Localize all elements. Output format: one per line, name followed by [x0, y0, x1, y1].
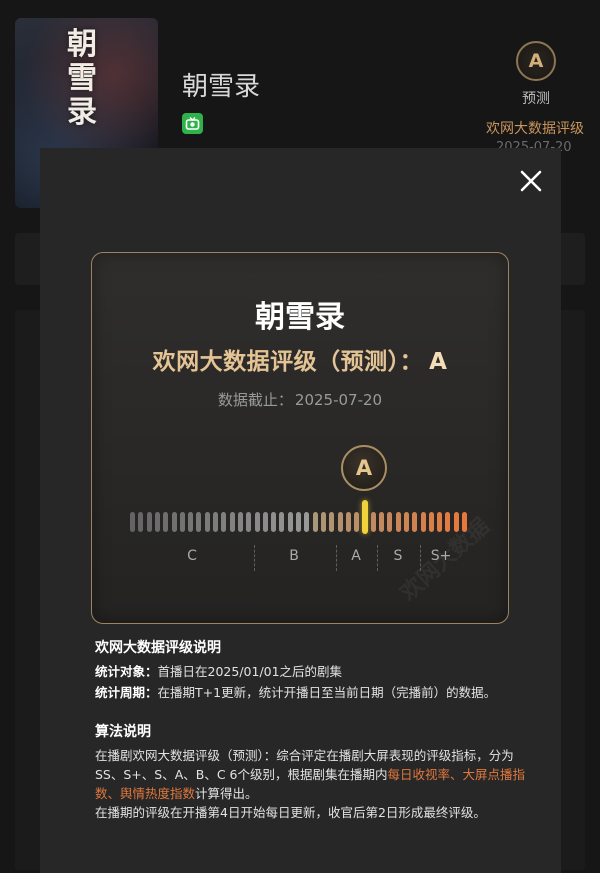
update-note: 在播期的评级在开播第4日开始每日更新，收官后第2日形成最终评级。: [95, 805, 486, 820]
scale-tick: [188, 512, 194, 532]
scale-tick: [254, 512, 260, 532]
scale-tick: [453, 512, 459, 532]
scale-tick: [221, 512, 227, 532]
scale-label-b: B: [289, 548, 299, 564]
scale-tick: [412, 512, 418, 532]
grade-badge: A: [516, 41, 556, 81]
statistics-period: 统计周期：在播期T+1更新，统计开播日至当前日期（完播前）的数据。: [95, 685, 497, 700]
scale-tick: [179, 512, 185, 532]
scale-tick: [312, 512, 318, 532]
scale-tick: [462, 512, 467, 532]
scale-tick: [387, 512, 393, 532]
scale-label-c: C: [187, 548, 197, 564]
video-app-icon[interactable]: [182, 113, 203, 134]
rating-prefix: 欢网大数据评级（预测）：: [152, 349, 424, 375]
scale-tick: [262, 512, 268, 532]
grade-scale-labels: C B A S S+: [130, 545, 470, 571]
scale-tick: [204, 512, 210, 532]
algorithm-explanation: 算法说明 在播剧欢网大数据评级（预测）：综合评定在播剧大屏表现的评级指标，分为S…: [95, 723, 525, 822]
drama-title: 朝雪录: [182, 72, 261, 102]
scale-tick: [428, 512, 434, 532]
card-title: 朝雪录: [255, 300, 345, 335]
scale-tick: [287, 512, 293, 532]
scale-divider: [377, 545, 378, 571]
scale-tick: [271, 512, 277, 532]
scale-tick: [354, 512, 360, 532]
scale-tick: [337, 512, 343, 532]
scale-tick: [154, 512, 160, 532]
scale-tick: [437, 512, 443, 532]
scale-divider: [254, 545, 255, 571]
scale-tick: [246, 512, 252, 532]
scale-tick: [403, 512, 409, 532]
date-label: 数据截止：: [217, 391, 293, 409]
scale-tick: [213, 512, 218, 532]
scale-tick: [163, 512, 169, 532]
rating-explanation: 欢网大数据评级说明 统计对象：首播日在2025/01/01之后的剧集 统计周期：…: [95, 639, 525, 702]
scale-tick: [345, 512, 351, 532]
grade-label: 预测: [522, 91, 550, 107]
close-icon[interactable]: [517, 167, 545, 195]
algorithm-heading: 算法说明: [95, 724, 151, 740]
scale-tick: [329, 512, 335, 532]
date-value: 2025-07-20: [294, 391, 383, 409]
scale-tick: [420, 512, 426, 532]
algorithm-paragraph: 在播剧欢网大数据评级（预测）：综合评定在播剧大屏表现的评级指标，分为SS、S+、…: [95, 748, 526, 801]
grade-scale: [130, 500, 470, 534]
scale-tick: [138, 512, 144, 532]
scale-tick: [304, 512, 310, 532]
rating-explanation-heading: 欢网大数据评级说明: [95, 640, 221, 656]
scale-tick: [146, 512, 152, 532]
scale-tick: [237, 512, 243, 532]
scale-tick: [279, 512, 285, 532]
rating-grade: A: [429, 349, 448, 375]
scale-label-a: A: [351, 548, 361, 564]
data-cutoff-date: 数据截止： 2025-07-20: [0, 389, 600, 410]
scale-tick: [395, 512, 401, 532]
scale-tick: [379, 512, 384, 532]
scale-divider: [336, 545, 337, 571]
rating-link[interactable]: 欢网大数据评级: [486, 118, 584, 138]
grade-badge-large: A: [341, 445, 387, 491]
scale-label-s: S: [393, 548, 403, 564]
scale-tick: [130, 512, 135, 532]
card-rating: 欢网大数据评级（预测）： A: [0, 342, 600, 376]
scale-tick: [445, 512, 451, 532]
scale-marker: [362, 500, 369, 534]
scale-tick: [370, 512, 376, 532]
statistics-object: 统计对象：首播日在2025/01/01之后的剧集: [95, 664, 343, 679]
scale-tick: [229, 512, 235, 532]
scale-tick: [296, 512, 301, 532]
scale-tick: [171, 512, 177, 532]
scale-label-s-plus: S+: [430, 548, 452, 564]
scale-tick: [196, 512, 202, 532]
scale-divider: [420, 545, 421, 571]
poster-title: 朝雪录: [67, 27, 97, 130]
scale-tick: [320, 512, 326, 532]
